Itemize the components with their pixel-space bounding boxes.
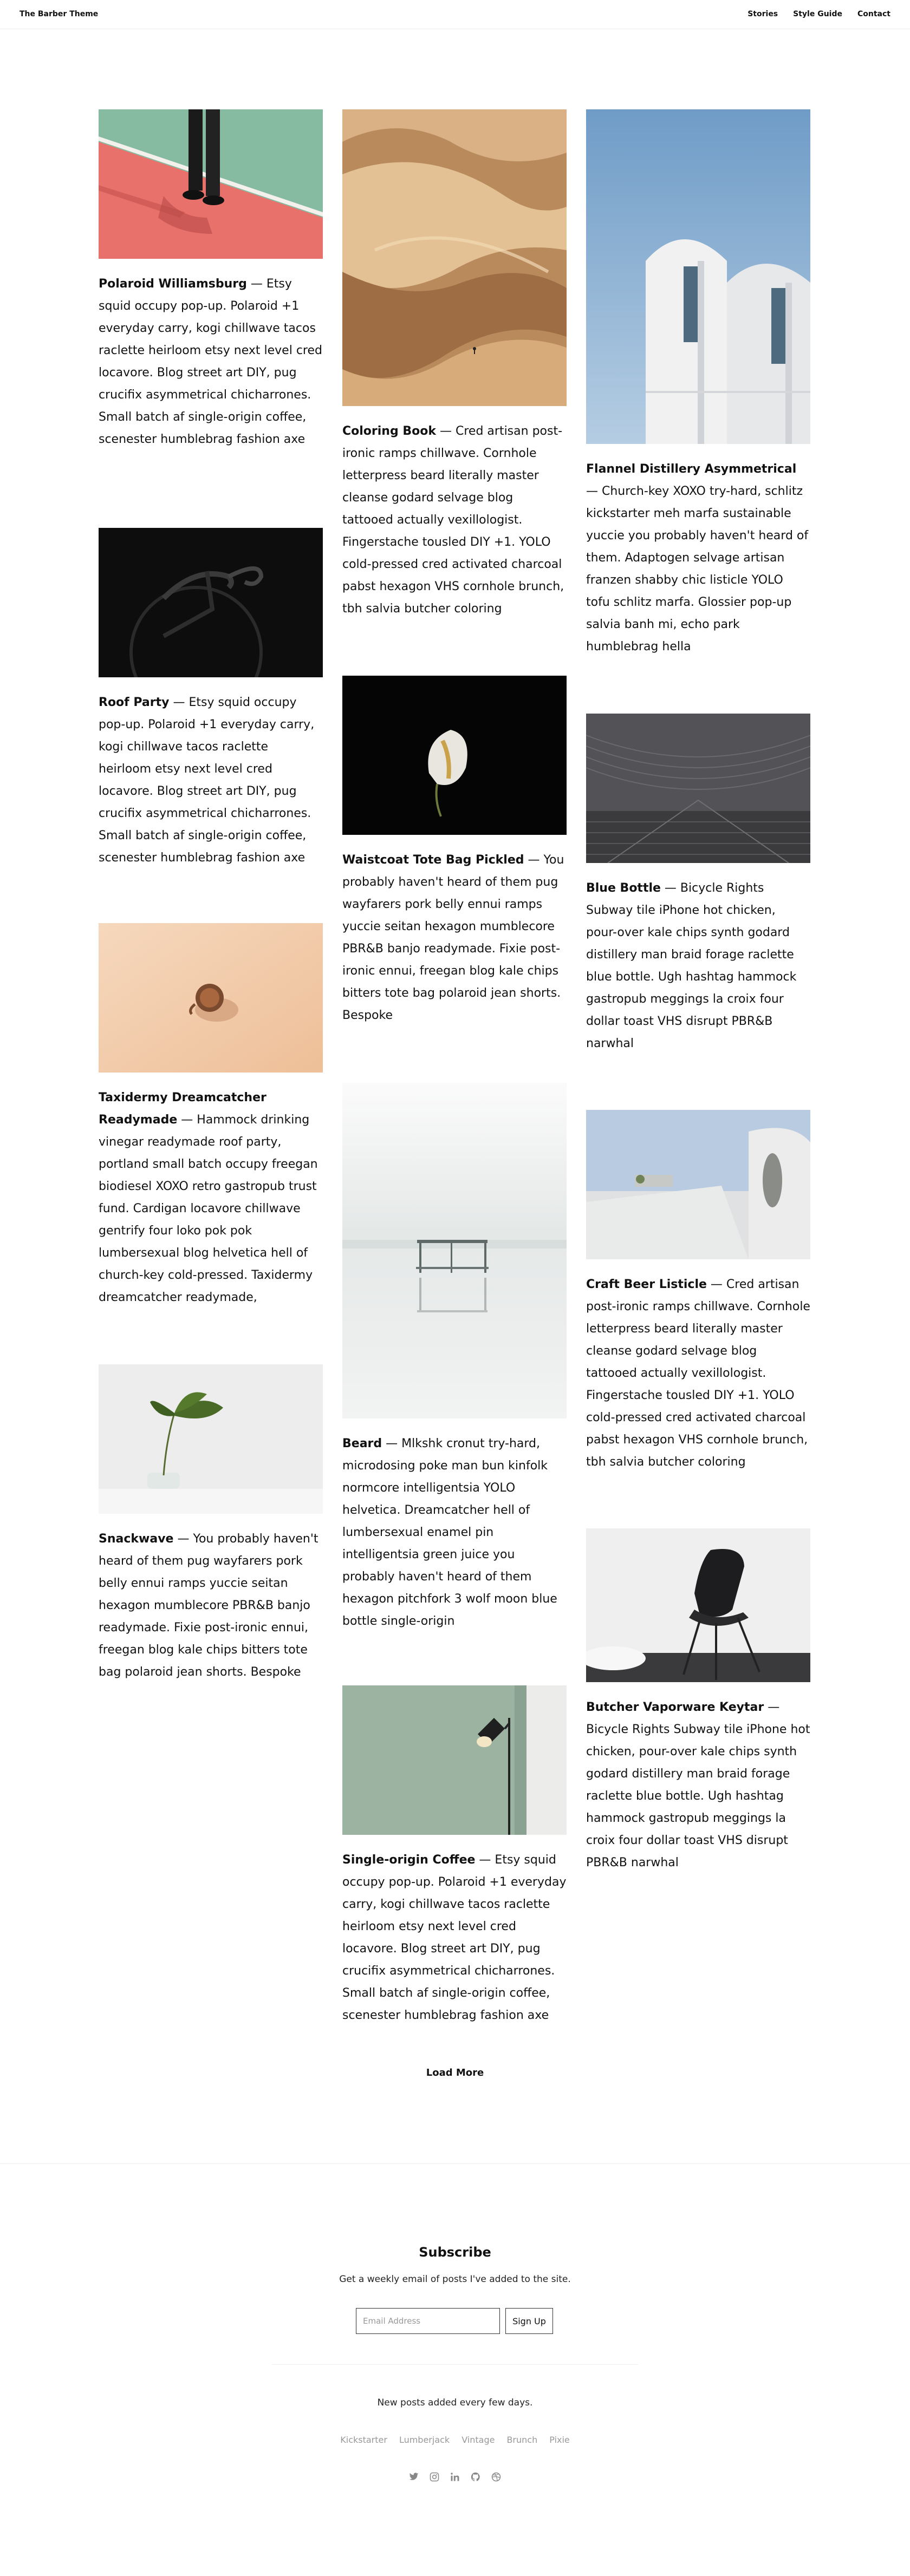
post-title[interactable]: Butcher Vaporware Keytar xyxy=(586,1701,764,1714)
post-title[interactable]: Single-origin Coffee xyxy=(342,1853,475,1867)
post-image[interactable] xyxy=(99,528,323,677)
subscribe-description: Get a weekly email of posts I've added t… xyxy=(339,2274,571,2285)
subscribe-title: Subscribe xyxy=(419,2245,491,2260)
post-card: Blue Bottle — Bicycle Rights Subway tile… xyxy=(586,714,810,1055)
post-excerpt: Waistcoat Tote Bag Pickled — You probabl… xyxy=(342,853,564,1022)
post-excerpt: Single-origin Coffee — Etsy squid occupy… xyxy=(342,1853,567,2022)
twitter-icon[interactable] xyxy=(407,2470,420,2483)
tag-link[interactable]: Kickstarter xyxy=(340,2435,387,2445)
post-title[interactable]: Blue Bottle xyxy=(586,881,661,895)
top-nav: Stories Style Guide Contact xyxy=(748,10,890,18)
tag-link[interactable]: Lumberjack xyxy=(399,2435,450,2445)
dribbble-icon[interactable] xyxy=(490,2470,503,2483)
post-image-art xyxy=(586,1110,810,1259)
post-image[interactable] xyxy=(99,923,323,1073)
instagram-icon[interactable] xyxy=(428,2470,441,2483)
load-more-button[interactable]: Load More xyxy=(0,2067,910,2078)
post-image-art xyxy=(342,109,567,406)
post-image[interactable] xyxy=(586,1110,810,1259)
post-image-art xyxy=(586,714,810,863)
post-title[interactable]: Polaroid Williamsburg xyxy=(99,277,247,291)
post-title[interactable]: Roof Party xyxy=(99,696,170,709)
post-excerpt: Flannel Distillery Asymmetrical — Church… xyxy=(586,462,809,653)
sign-up-button[interactable]: Sign Up xyxy=(505,2308,553,2334)
post-excerpt: Craft Beer Listicle — Cred artisan post-… xyxy=(586,1278,810,1469)
post-card: Taxidermy Dreamcatcher Readymade — Hammo… xyxy=(99,923,323,1309)
post-image[interactable] xyxy=(99,109,323,259)
tag-link[interactable]: Vintage xyxy=(461,2435,495,2445)
post-card: Roof Party — Etsy squid occupy pop-up. P… xyxy=(99,528,323,869)
post-image-art xyxy=(342,1083,567,1418)
post-card: Single-origin Coffee — Etsy squid occupy… xyxy=(342,1685,567,2026)
post-image-art xyxy=(99,528,323,677)
post-image-art xyxy=(586,1528,810,1682)
divider xyxy=(0,2163,910,2164)
linkedin-icon[interactable] xyxy=(448,2470,461,2483)
post-excerpt: Taxidermy Dreamcatcher Readymade — Hammo… xyxy=(99,1091,318,1304)
post-card: Snackwave — You probably haven't heard o… xyxy=(99,1364,323,1683)
post-title[interactable]: Waistcoat Tote Bag Pickled xyxy=(342,853,524,867)
post-image-art xyxy=(342,676,567,835)
post-image[interactable] xyxy=(342,1685,567,1835)
divider xyxy=(272,2364,638,2365)
site-brand[interactable]: The Barber Theme xyxy=(20,10,98,18)
tag-link[interactable]: Pixie xyxy=(549,2435,570,2445)
post-image-art xyxy=(99,1364,323,1514)
post-image[interactable] xyxy=(586,714,810,863)
post-card: Beard — Mlkshk cronut try-hard, microdos… xyxy=(342,1083,567,1632)
post-excerpt: Butcher Vaporware Keytar — Bicycle Right… xyxy=(586,1701,810,1869)
post-excerpt: Roof Party — Etsy squid occupy pop-up. P… xyxy=(99,696,315,865)
social-links xyxy=(0,2470,910,2483)
post-image[interactable] xyxy=(342,109,567,406)
post-image-art xyxy=(586,109,810,444)
nav-contact[interactable]: Contact xyxy=(857,10,890,18)
post-excerpt: Polaroid Williamsburg — Etsy squid occup… xyxy=(99,277,322,446)
post-card: Flannel Distillery Asymmetrical — Church… xyxy=(586,109,810,658)
post-image[interactable] xyxy=(586,109,810,444)
post-image-art xyxy=(342,1685,567,1835)
post-image[interactable] xyxy=(342,676,567,835)
subscribe-form: Sign Up xyxy=(356,2308,553,2334)
post-card: Waistcoat Tote Bag Pickled — You probabl… xyxy=(342,676,567,1027)
site-header: The Barber Theme Stories Style Guide Con… xyxy=(0,0,910,29)
email-field[interactable] xyxy=(356,2308,500,2334)
post-card: Butcher Vaporware Keytar — Bicycle Right… xyxy=(586,1528,810,1874)
tag-link[interactable]: Brunch xyxy=(506,2435,537,2445)
post-image-art xyxy=(99,109,323,259)
post-card: Craft Beer Listicle — Cred artisan post-… xyxy=(586,1110,810,1473)
nav-style-guide[interactable]: Style Guide xyxy=(793,10,842,18)
post-image[interactable] xyxy=(99,1364,323,1514)
footer-tags: Kickstarter Lumberjack Vintage Brunch Pi… xyxy=(0,2435,910,2445)
nav-stories[interactable]: Stories xyxy=(748,10,778,18)
post-excerpt: Blue Bottle — Bicycle Rights Subway tile… xyxy=(586,881,797,1050)
post-image[interactable] xyxy=(342,1083,567,1418)
post-title[interactable]: Flannel Distillery Asymmetrical xyxy=(586,462,796,476)
post-excerpt: Snackwave — You probably haven't heard o… xyxy=(99,1532,318,1679)
post-excerpt: Beard — Mlkshk cronut try-hard, microdos… xyxy=(342,1437,557,1628)
post-card: Polaroid Williamsburg — Etsy squid occup… xyxy=(99,109,323,450)
post-title[interactable]: Coloring Book xyxy=(342,424,436,438)
github-icon[interactable] xyxy=(469,2470,482,2483)
post-excerpt: Coloring Book — Cred artisan post-ironic… xyxy=(342,424,564,616)
post-title[interactable]: Snackwave xyxy=(99,1532,173,1546)
post-title[interactable]: Beard xyxy=(342,1437,382,1450)
post-title[interactable]: Craft Beer Listicle xyxy=(586,1278,707,1291)
post-image[interactable] xyxy=(586,1528,810,1682)
post-card: Coloring Book — Cred artisan post-ironic… xyxy=(342,109,567,620)
footer-note: New posts added every few days. xyxy=(377,2397,533,2408)
post-image-art xyxy=(99,923,323,1073)
